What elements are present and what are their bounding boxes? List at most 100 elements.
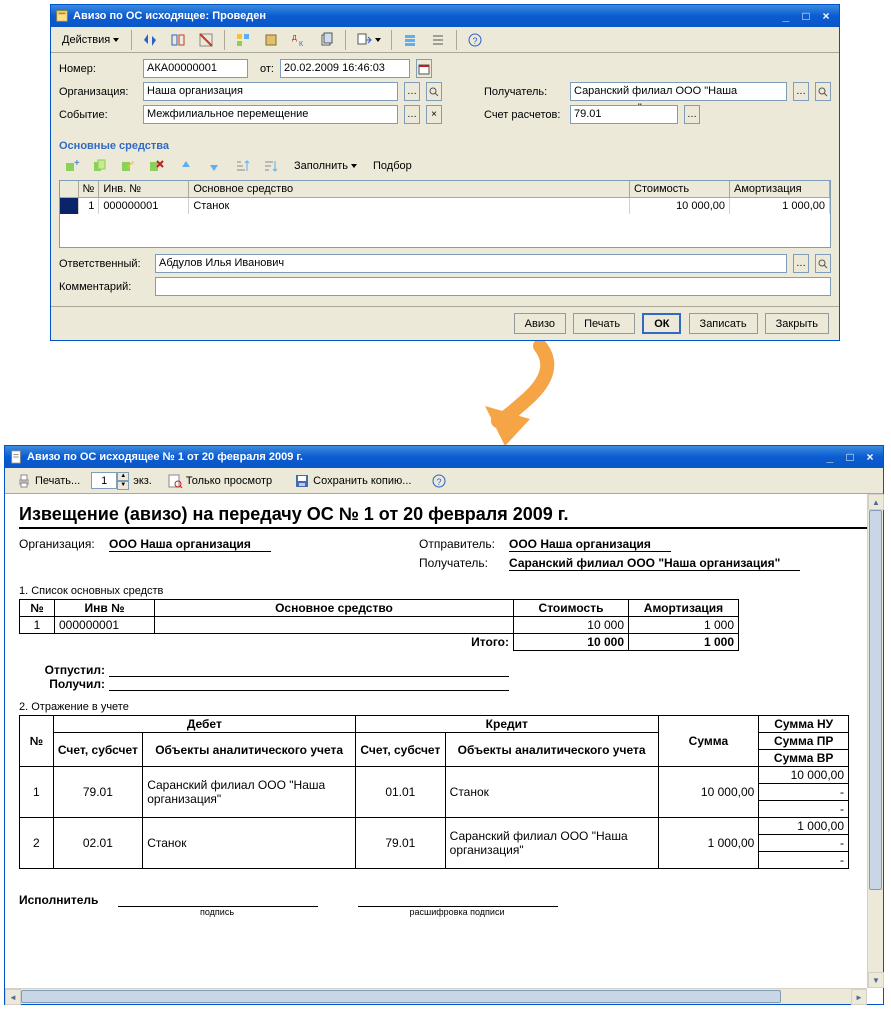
scroll-thumb-h[interactable] bbox=[21, 990, 781, 1003]
spin-down[interactable]: ▼ bbox=[117, 481, 129, 490]
help-button[interactable]: ? bbox=[426, 471, 452, 491]
edit-row-button[interactable] bbox=[115, 156, 141, 176]
grid-header-n[interactable]: № bbox=[78, 181, 99, 198]
doc-org-value: ООО Наша организация bbox=[109, 537, 271, 552]
copies-input[interactable] bbox=[91, 472, 117, 489]
grid-header-inv[interactable]: Инв. № bbox=[99, 181, 189, 198]
post-button[interactable] bbox=[137, 30, 163, 50]
fill-label: Заполнить bbox=[294, 160, 348, 172]
minimize-button[interactable]: _ bbox=[777, 8, 795, 24]
grid-row[interactable]: 1 000000001 Станок 10 000,00 1 000,00 bbox=[60, 198, 830, 215]
unpost-button[interactable] bbox=[193, 30, 219, 50]
svg-text:Д: Д bbox=[292, 35, 297, 42]
scroll-up-button[interactable]: ▲ bbox=[868, 494, 884, 510]
t2-h-sumpr: Сумма ПР bbox=[759, 733, 849, 750]
go-button[interactable] bbox=[351, 30, 386, 50]
account-label: Счет расчетов: bbox=[484, 109, 564, 121]
fill-button[interactable]: Заполнить bbox=[287, 156, 364, 176]
grid-header-amort[interactable]: Амортизация bbox=[730, 181, 830, 198]
print-button-label: Печать... bbox=[35, 475, 80, 487]
close-button[interactable]: × bbox=[861, 449, 879, 465]
scroll-down-button[interactable]: ▼ bbox=[868, 972, 884, 988]
responsible-input[interactable]: Абдулов Илья Иванович bbox=[155, 254, 787, 273]
doc-sender-value: ООО Наша организация bbox=[509, 537, 671, 552]
close-button[interactable]: × bbox=[817, 8, 835, 24]
close-form-button[interactable]: Закрыть bbox=[765, 313, 829, 334]
dtct-button[interactable]: ДК bbox=[286, 30, 312, 50]
t1-h-amort: Амортизация bbox=[629, 600, 739, 617]
move-down-button[interactable] bbox=[201, 156, 227, 176]
move-up-button[interactable] bbox=[173, 156, 199, 176]
org-input[interactable]: Наша организация bbox=[143, 82, 398, 101]
sort-desc-button[interactable] bbox=[257, 156, 283, 176]
structure-button[interactable] bbox=[230, 30, 256, 50]
sort-asc-button[interactable] bbox=[229, 156, 255, 176]
recipient-select-button[interactable]: … bbox=[793, 82, 809, 101]
save-button[interactable]: Записать bbox=[689, 313, 758, 334]
t1-h-cost: Стоимость bbox=[514, 600, 629, 617]
repost-button[interactable] bbox=[165, 30, 191, 50]
actions-label: Действия bbox=[62, 34, 110, 46]
decipher-sub: расшифровка подписи bbox=[357, 907, 557, 917]
pick-label: Подбор bbox=[373, 160, 412, 172]
t1-row: 1 000000001 10 000 1 000 bbox=[20, 617, 739, 634]
copy-button[interactable] bbox=[314, 30, 340, 50]
org-open-button[interactable] bbox=[426, 82, 442, 101]
pick-button[interactable]: Подбор bbox=[366, 156, 419, 176]
list-button[interactable] bbox=[425, 30, 451, 50]
number-label: Номер: bbox=[59, 63, 137, 75]
recipient-open-button[interactable] bbox=[815, 82, 831, 101]
account-select-button[interactable]: … bbox=[684, 105, 700, 124]
svg-text:?: ? bbox=[437, 477, 442, 487]
event-input[interactable]: Межфилиальное перемещение bbox=[143, 105, 398, 124]
actions-menu[interactable]: Действия bbox=[55, 30, 126, 50]
print-menu-button[interactable]: Печать bbox=[573, 313, 635, 334]
account-input[interactable]: 79.01 bbox=[570, 105, 678, 124]
t2-h-d-analit: Объекты аналитического учета bbox=[143, 733, 356, 767]
scroll-left-button[interactable]: ◄ bbox=[5, 989, 21, 1005]
savecopy-button[interactable]: Сохранить копию... bbox=[287, 471, 418, 491]
spin-up[interactable]: ▲ bbox=[117, 472, 129, 481]
scroll-right-button[interactable]: ► bbox=[851, 989, 867, 1005]
vertical-scrollbar[interactable]: ▲ ▼ bbox=[867, 494, 883, 988]
movement-button[interactable] bbox=[258, 30, 284, 50]
minimize-button[interactable]: _ bbox=[821, 449, 839, 465]
org-select-button[interactable]: … bbox=[404, 82, 420, 101]
calendar-button[interactable] bbox=[416, 59, 432, 78]
help-button[interactable]: ? bbox=[462, 30, 488, 50]
assets-grid[interactable]: № Инв. № Основное средство Стоимость Амо… bbox=[59, 180, 831, 248]
viewonly-button[interactable]: Только просмотр bbox=[160, 471, 279, 491]
maximize-button[interactable]: □ bbox=[797, 8, 815, 24]
t2-h-c-analit: Объекты аналитического учета bbox=[445, 733, 658, 767]
svg-text:?: ? bbox=[473, 36, 478, 46]
ok-button[interactable]: ОК bbox=[642, 313, 681, 334]
grid-toolbar: + Заполнить Подбор bbox=[51, 154, 839, 178]
delete-row-button[interactable] bbox=[143, 156, 169, 176]
maximize-button[interactable]: □ bbox=[841, 449, 859, 465]
responsible-label: Ответственный: bbox=[59, 258, 149, 270]
date-input[interactable]: 20.02.2009 16:46:03 bbox=[280, 59, 410, 78]
comment-input[interactable] bbox=[155, 277, 831, 296]
responsible-select-button[interactable]: … bbox=[793, 254, 809, 273]
event-clear-button[interactable]: × bbox=[426, 105, 442, 124]
event-select-button[interactable]: … bbox=[404, 105, 420, 124]
print-document: Извещение (авизо) на передачу ОС № 1 от … bbox=[5, 494, 883, 1004]
grid-header-cost[interactable]: Стоимость bbox=[630, 181, 730, 198]
number-input[interactable]: АКА00000001 bbox=[143, 59, 248, 78]
t2-h-d-acct: Счет, субсчет bbox=[53, 733, 143, 767]
svg-text:К: К bbox=[299, 41, 304, 48]
grid-header-asset[interactable]: Основное средство bbox=[189, 181, 630, 198]
print-label: Печать bbox=[584, 318, 620, 330]
settings-button[interactable] bbox=[397, 30, 423, 50]
add-row-button[interactable]: + bbox=[59, 156, 85, 176]
savecopy-label: Сохранить копию... bbox=[313, 475, 411, 487]
print-button[interactable]: Печать... bbox=[9, 471, 87, 491]
copy-row-button[interactable] bbox=[87, 156, 113, 176]
copies-spinner[interactable]: ▲ ▼ bbox=[91, 472, 129, 490]
avizo-button[interactable]: Авизо bbox=[514, 313, 566, 334]
scroll-thumb[interactable] bbox=[869, 510, 882, 890]
recipient-input[interactable]: Саранский филиал ООО "Наша организация" bbox=[570, 82, 787, 101]
comment-label: Комментарий: bbox=[59, 281, 149, 293]
horizontal-scrollbar[interactable]: ◄ ► bbox=[5, 988, 867, 1004]
responsible-open-button[interactable] bbox=[815, 254, 831, 273]
